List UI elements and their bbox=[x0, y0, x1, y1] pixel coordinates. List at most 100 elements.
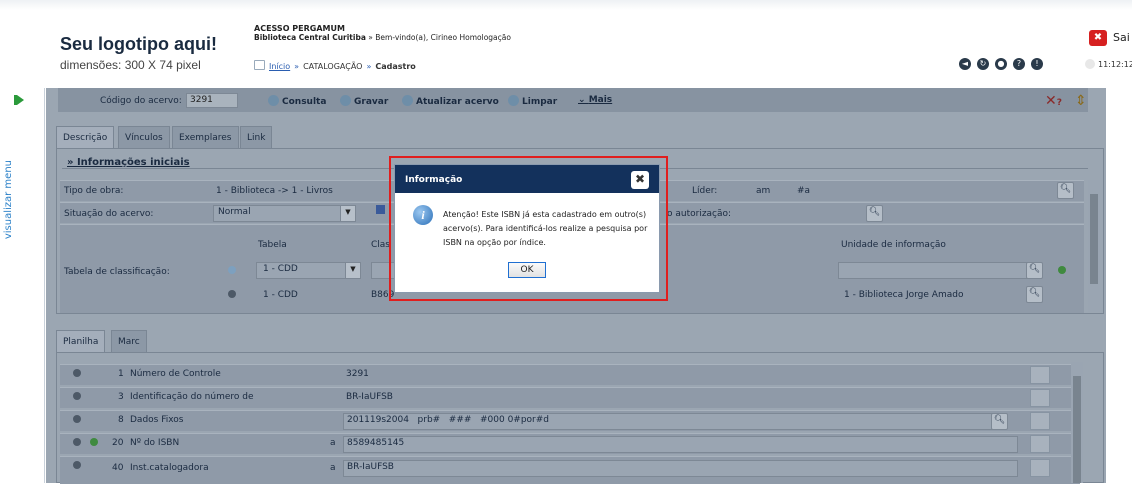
add-row-icon[interactable] bbox=[228, 266, 236, 274]
search-icon[interactable]: 🔍︎ bbox=[1057, 182, 1074, 199]
lider-value-1[interactable]: am bbox=[756, 186, 770, 196]
field-value[interactable]: 3291 bbox=[346, 369, 369, 379]
situacao-select[interactable]: Normal bbox=[213, 205, 355, 222]
inst-catalogadora-input[interactable]: BR-IaUFSB bbox=[343, 460, 1018, 477]
expand-arrow-icon[interactable] bbox=[17, 95, 24, 105]
codigo-input[interactable]: 3291 bbox=[186, 93, 238, 108]
autorizacao-label: o autorização: bbox=[667, 209, 732, 219]
close-x-icon[interactable]: ✕? bbox=[1045, 93, 1062, 109]
row2-unidade: 1 - Biblioteca Jorge Amado bbox=[844, 290, 964, 300]
search-icon[interactable]: 🔍︎ bbox=[1026, 262, 1043, 279]
search-icon[interactable]: 🔍︎ bbox=[1026, 286, 1043, 303]
refresh-icon bbox=[402, 95, 413, 106]
close-icon[interactable]: ✖ bbox=[631, 171, 649, 189]
refresh-circle-icon[interactable]: ↻ bbox=[977, 58, 989, 70]
tab-descricao[interactable]: Descrição bbox=[56, 126, 115, 149]
welcome-text: » Bem-vindo(a), Cirineo Homologação bbox=[365, 33, 511, 42]
indicator-box[interactable] bbox=[1030, 389, 1050, 407]
field-number: 8 bbox=[118, 415, 124, 425]
consulta-button[interactable]: Consulta bbox=[268, 95, 326, 107]
subfield-code: a bbox=[330, 438, 336, 448]
session-clock: 11:12:12 bbox=[1098, 60, 1132, 69]
search-icon bbox=[268, 95, 279, 106]
move-updown-icon[interactable]: ⇕ bbox=[1075, 93, 1087, 109]
situacao-value: Normal bbox=[218, 207, 251, 217]
indicator-box[interactable] bbox=[1030, 366, 1050, 384]
search-icon[interactable]: 🔍︎ bbox=[866, 205, 883, 222]
exit-icon[interactable]: ✖ bbox=[1089, 30, 1107, 46]
field-label: Número de Controle bbox=[130, 369, 221, 379]
tab-marc[interactable]: Marc bbox=[111, 330, 147, 353]
search-icon[interactable]: 🔍︎ bbox=[991, 413, 1008, 430]
visualizar-menu-label: visualizar menu bbox=[3, 160, 14, 240]
col-header-unidade: Unidade de informação bbox=[841, 240, 946, 250]
breadcrumb-current: Cadastro bbox=[375, 62, 416, 71]
library-name: Biblioteca Central Curitiba bbox=[254, 33, 366, 42]
consulta-label: Consulta bbox=[282, 97, 327, 107]
scrollbar-thumb[interactable] bbox=[1090, 194, 1098, 284]
help-circle-icon[interactable]: ? bbox=[1013, 58, 1025, 70]
gravar-button[interactable]: Gravar bbox=[340, 95, 388, 107]
tabela-select[interactable]: 1 - CDD bbox=[256, 262, 352, 279]
tab-vinculos[interactable]: Vínculos bbox=[118, 126, 170, 149]
people-circle-icon[interactable]: ● bbox=[995, 58, 1007, 70]
field-number: 1 bbox=[118, 369, 124, 379]
limpar-button[interactable]: Limpar bbox=[508, 95, 557, 107]
logo-dimensions: dimensões: 300 X 74 pixel bbox=[60, 58, 201, 72]
dialog-message: Atenção! Este ISBN já esta cadastrado em… bbox=[443, 210, 648, 247]
remove-icon[interactable] bbox=[73, 369, 81, 377]
remove-icon[interactable] bbox=[73, 415, 81, 423]
save-icon bbox=[340, 95, 351, 106]
lider-label: Líder: bbox=[692, 186, 718, 196]
chevron-down-icon: ⌄ bbox=[578, 95, 589, 105]
mais-label: Mais bbox=[588, 95, 613, 105]
chevron-down-icon[interactable]: ▼ bbox=[345, 262, 361, 279]
exit-label[interactable]: Sai bbox=[1113, 31, 1130, 44]
checkbox[interactable] bbox=[376, 205, 385, 214]
system-name: ACESSO PERGAMUM bbox=[254, 24, 345, 33]
indicator-box[interactable] bbox=[1030, 435, 1050, 453]
visualizar-menu-toggle[interactable]: visualizar menu bbox=[3, 160, 16, 280]
dialog-title: Informação bbox=[405, 175, 463, 185]
atualizar-label: Atualizar acervo bbox=[416, 97, 499, 107]
chevron-down-icon[interactable]: ▼ bbox=[340, 205, 356, 222]
field-label: Inst.catalogadora bbox=[130, 463, 209, 473]
planilha-scrollbar[interactable] bbox=[1071, 362, 1083, 483]
ok-button[interactable]: OK bbox=[508, 262, 546, 278]
field-number: 20 bbox=[112, 438, 124, 448]
tabela-value: 1 - CDD bbox=[263, 264, 298, 274]
back-circle-icon[interactable]: ◄ bbox=[959, 58, 971, 70]
dados-fixos-input[interactable]: 201119s2004 prb# ### #000 0#por#d bbox=[343, 413, 996, 430]
lider-value-2[interactable]: #a bbox=[797, 186, 810, 196]
mais-button[interactable]: ⌄ Mais bbox=[578, 95, 612, 105]
add-icon[interactable] bbox=[90, 438, 98, 446]
clock-icon bbox=[1085, 59, 1095, 69]
info-icon: i bbox=[413, 205, 433, 225]
tipo-obra-value[interactable]: 1 - Biblioteca -> 1 - Livros bbox=[216, 186, 333, 196]
situacao-label: Situação do acervo: bbox=[64, 209, 154, 219]
breadcrumb-home-link[interactable]: Início bbox=[269, 62, 290, 71]
tab-link[interactable]: Link bbox=[240, 126, 273, 149]
atualizar-acervo-button[interactable]: Atualizar acervo bbox=[402, 95, 499, 107]
clear-icon bbox=[508, 95, 519, 106]
remove-icon[interactable] bbox=[73, 461, 81, 469]
library-welcome: Biblioteca Central Curitiba » Bem-vindo(… bbox=[254, 33, 511, 42]
add-icon[interactable] bbox=[1058, 266, 1066, 274]
remove-icon[interactable] bbox=[73, 392, 81, 400]
form-scrollbar[interactable] bbox=[1088, 180, 1100, 312]
remove-row-icon[interactable] bbox=[228, 290, 236, 298]
subfield-code: a bbox=[330, 463, 336, 473]
alert-circle-icon[interactable]: ! bbox=[1031, 58, 1043, 70]
section-title[interactable]: » Informações iniciais bbox=[67, 157, 190, 168]
indicator-box[interactable] bbox=[1030, 412, 1050, 430]
tab-exemplares[interactable]: Exemplares bbox=[172, 126, 239, 149]
scrollbar-thumb[interactable] bbox=[1073, 376, 1081, 483]
tab-planilha[interactable]: Planilha bbox=[56, 330, 106, 353]
breadcrumb-section: CATALOGAÇÃO bbox=[303, 62, 363, 71]
indicator-box[interactable] bbox=[1030, 459, 1050, 477]
field-value[interactable]: BR-IaUFSB bbox=[346, 392, 393, 402]
home-icon bbox=[254, 60, 265, 70]
unidade-input[interactable] bbox=[838, 262, 1028, 279]
isbn-input[interactable]: 8589485145 bbox=[343, 436, 1018, 453]
remove-icon[interactable] bbox=[73, 438, 81, 446]
